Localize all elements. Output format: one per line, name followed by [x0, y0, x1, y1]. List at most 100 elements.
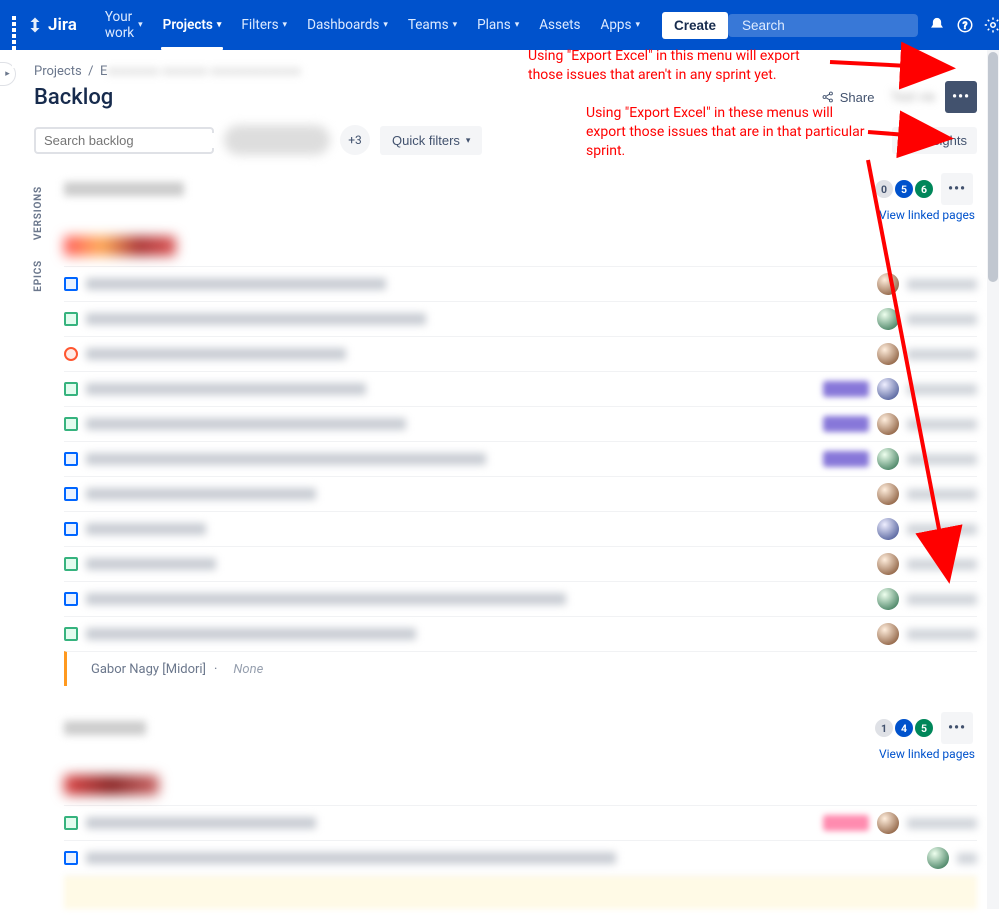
backlog-search[interactable]: [34, 127, 214, 154]
global-search-input[interactable]: [742, 18, 919, 33]
issue-type-icon: [64, 452, 78, 466]
issue-row-warning[interactable]: [64, 875, 977, 909]
app-switcher-icon[interactable]: [12, 16, 16, 34]
issue-row[interactable]: [64, 840, 977, 875]
issue-row[interactable]: [64, 266, 977, 301]
jira-logo[interactable]: Jira: [26, 15, 77, 35]
sprint-more-menu[interactable]: •••: [941, 712, 973, 744]
global-search[interactable]: [728, 14, 918, 37]
issue-row-detail[interactable]: Gabor Nagy [Midori] · None: [64, 651, 977, 686]
issue-type-icon: [64, 522, 78, 536]
assignee-avatar[interactable]: [877, 343, 899, 365]
jira-icon: [26, 16, 44, 34]
help-icon[interactable]: ?: [956, 11, 974, 39]
sprint-more-menu[interactable]: •••: [941, 173, 973, 205]
assignee-avatar[interactable]: [877, 413, 899, 435]
backlog-more-menu[interactable]: •••: [945, 81, 977, 113]
issue-type-icon: [64, 382, 78, 396]
issue-epic-none: None: [233, 662, 263, 677]
assignee-avatar[interactable]: [877, 588, 899, 610]
backlog-search-input[interactable]: [44, 133, 220, 148]
svg-text:?: ?: [963, 21, 968, 32]
assignee-avatar[interactable]: [877, 273, 899, 295]
scrollbar-thumb[interactable]: [988, 52, 998, 282]
nav-items: Your work▾ Projects▾ Filters▾ Dashboards…: [95, 0, 728, 50]
insights-button[interactable]: Insights: [892, 127, 977, 154]
issue-type-icon: [64, 627, 78, 641]
settings-icon[interactable]: [984, 11, 999, 39]
nav-projects[interactable]: Projects▾: [153, 0, 232, 50]
issue-row[interactable]: [64, 441, 977, 476]
epic-header-blurred[interactable]: [64, 775, 159, 795]
chevron-down-icon: ▾: [138, 20, 143, 30]
epic-label[interactable]: [823, 451, 869, 467]
share-icon: [821, 90, 835, 104]
status-pill-inprog: 4: [895, 719, 913, 737]
issue-row[interactable]: [64, 805, 977, 840]
test-view-remnant: Test vie: [890, 90, 935, 105]
assignee-avatar[interactable]: [877, 518, 899, 540]
nav-assets[interactable]: Assets: [529, 0, 590, 50]
status-pill-done: 6: [915, 180, 933, 198]
more-avatars-count[interactable]: +3: [340, 125, 370, 155]
chevron-down-icon: ▾: [635, 20, 640, 30]
nav-your-work[interactable]: Your work▾: [95, 0, 153, 50]
assignee-avatar[interactable]: [877, 553, 899, 575]
brand-label: Jira: [48, 15, 77, 35]
status-pill-inprog: 5: [895, 180, 913, 198]
assignee-avatar[interactable]: [877, 483, 899, 505]
page-title: Backlog: [34, 85, 113, 110]
nav-dashboards[interactable]: Dashboards▾: [297, 0, 398, 50]
nav-filters[interactable]: Filters▾: [231, 0, 297, 50]
assignee-avatar[interactable]: [877, 308, 899, 330]
assignee-avatar[interactable]: [877, 812, 899, 834]
issue-author: Gabor Nagy [Midori]: [91, 662, 206, 677]
assignee-avatar[interactable]: [927, 847, 949, 869]
issue-row[interactable]: [64, 406, 977, 441]
assignee-avatar[interactable]: [877, 378, 899, 400]
page-content: Projects / Exxxxxxxx xxxxxxx xxxxxxxxxxx…: [0, 50, 999, 909]
issue-row[interactable]: [64, 616, 977, 651]
issue-row[interactable]: [64, 336, 977, 371]
issue-type-icon: [64, 557, 78, 571]
nav-apps[interactable]: Apps▾: [591, 0, 650, 50]
sprint-section-2: 1 4 5 ••• View linked pages: [64, 712, 977, 909]
breadcrumb-projects[interactable]: Projects: [34, 64, 82, 79]
epic-header-blurred[interactable]: [64, 236, 176, 256]
versions-tab[interactable]: VERSIONS: [33, 186, 44, 240]
issue-row[interactable]: [64, 371, 977, 406]
breadcrumb: Projects / Exxxxxxxx xxxxxxx xxxxxxxxxxx…: [34, 64, 977, 79]
epic-label[interactable]: [823, 416, 869, 432]
assignee-avatar[interactable]: [877, 448, 899, 470]
chevron-down-icon: ▾: [383, 20, 388, 30]
epics-tab[interactable]: EPICS: [33, 260, 44, 292]
sprint-title[interactable]: [64, 182, 184, 196]
assignee-avatar[interactable]: [877, 623, 899, 645]
issue-row[interactable]: [64, 581, 977, 616]
notifications-icon[interactable]: [928, 11, 946, 39]
issue-type-icon: [64, 487, 78, 501]
nav-plans[interactable]: Plans▾: [467, 0, 529, 50]
create-button[interactable]: Create: [662, 12, 728, 39]
share-button[interactable]: Share: [813, 85, 883, 110]
quick-filters-button[interactable]: Quick filters▾: [380, 126, 482, 155]
nav-teams[interactable]: Teams▾: [398, 0, 467, 50]
issue-row[interactable]: [64, 476, 977, 511]
sprint-title[interactable]: [64, 721, 146, 735]
issue-row[interactable]: [64, 511, 977, 546]
epic-label[interactable]: [823, 381, 869, 397]
assignee-avatars[interactable]: [224, 125, 330, 155]
issue-row[interactable]: [64, 546, 977, 581]
epic-label[interactable]: [823, 815, 869, 831]
chevron-down-icon: ▾: [217, 20, 222, 30]
top-nav: Jira Your work▾ Projects▾ Filters▾ Dashb…: [0, 0, 999, 50]
issue-type-icon: [64, 851, 78, 865]
view-linked-pages-link[interactable]: View linked pages: [64, 747, 975, 761]
issue-type-icon: [64, 592, 78, 606]
chevron-down-icon: ▾: [283, 20, 288, 30]
status-pill-todo: 0: [875, 180, 893, 198]
issue-type-icon: [64, 312, 78, 326]
view-linked-pages-link[interactable]: View linked pages: [64, 208, 975, 222]
issue-row[interactable]: [64, 301, 977, 336]
chevron-down-icon: ▾: [466, 135, 471, 146]
